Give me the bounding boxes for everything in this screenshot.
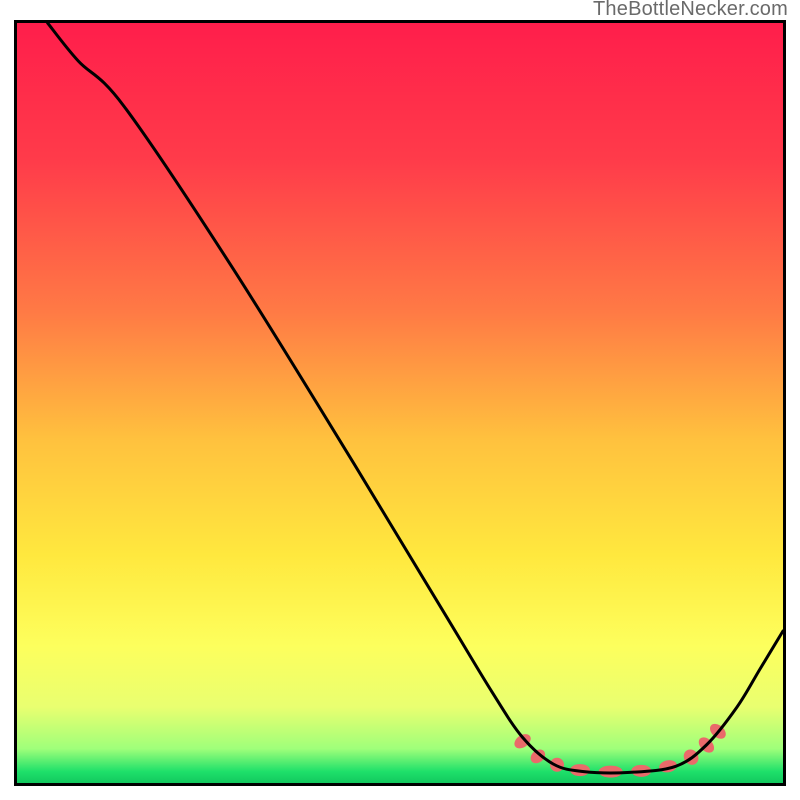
chart-svg <box>17 23 783 783</box>
chart-frame: TheBottleNecker.com <box>0 0 800 800</box>
plot-area <box>14 20 786 786</box>
gradient-background <box>17 23 783 783</box>
watermark-text: TheBottleNecker.com <box>593 0 788 21</box>
